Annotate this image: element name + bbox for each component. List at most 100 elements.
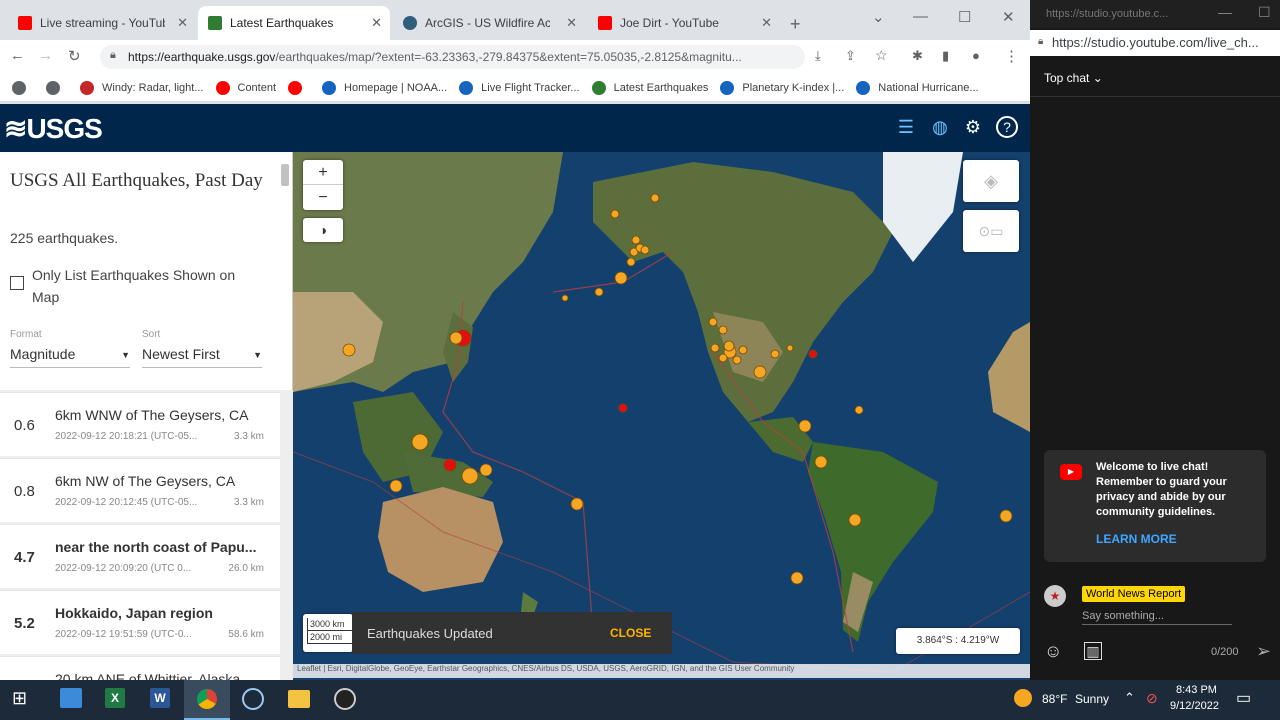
earthquake-marker[interactable] — [594, 287, 604, 297]
maximize-button[interactable]: ☐ — [958, 8, 971, 26]
bookmark-item[interactable]: Homepage | NOAA... — [322, 80, 447, 95]
bookmark-item[interactable]: Content — [215, 80, 276, 95]
help-icon[interactable]: ? — [996, 116, 1018, 138]
weather-desc[interactable]: Sunny — [1075, 692, 1109, 706]
earthquake-list-item[interactable]: 0.6 6km WNW of The Geysers, CA 2022-09-12 … — [0, 392, 280, 456]
network-icon[interactable]: ⊘ — [1146, 690, 1158, 707]
tab-search-chevron-icon[interactable]: ⌄ — [872, 8, 885, 26]
bookmark-item[interactable] — [46, 80, 68, 95]
excel-icon[interactable]: X — [105, 688, 125, 708]
back-icon[interactable]: ← — [10, 47, 25, 64]
earthquake-marker[interactable] — [808, 349, 818, 359]
notification-icon[interactable]: ▭ — [1236, 688, 1251, 708]
close-window-button[interactable]: ✕ — [1002, 8, 1015, 26]
earthquake-list-item[interactable]: 4.7 near the north coast of Papu... 2022-0… — [0, 524, 280, 588]
mail-icon[interactable] — [60, 688, 82, 708]
earthquake-list-item[interactable]: 0.8 6km NW of The Geysers, CA 2022-09-12 2… — [0, 458, 280, 522]
tab-live-streaming[interactable]: Live streaming - YouTube S ✕ — [8, 6, 196, 40]
bookmark-item[interactable]: Planetary K-index |... — [720, 80, 844, 95]
earthquake-marker[interactable] — [790, 571, 804, 585]
world-view-icon[interactable]: ◑ — [303, 218, 343, 242]
tray-chevron-icon[interactable]: ⌃ — [1124, 690, 1135, 706]
share-icon[interactable]: ⇪ — [845, 48, 856, 64]
gear-icon[interactable]: ⚙ — [962, 116, 984, 138]
learn-more-link[interactable]: LEARN MORE — [1096, 532, 1177, 546]
zoom-out-button[interactable]: − — [303, 185, 343, 210]
earthquake-marker[interactable] — [753, 365, 767, 379]
earthquake-marker[interactable] — [710, 343, 720, 353]
earthquake-marker[interactable] — [999, 509, 1013, 523]
earthquake-marker[interactable] — [738, 345, 748, 355]
send-icon[interactable]: ➢ — [1256, 641, 1271, 662]
windows-start-icon[interactable]: ⊞ — [12, 688, 27, 709]
emoji-icon[interactable]: ☺ — [1044, 641, 1062, 662]
file-explorer-icon[interactable] — [288, 690, 310, 708]
close-tab-icon[interactable]: ✕ — [761, 15, 772, 31]
reload-icon[interactable]: ↻ — [68, 47, 81, 65]
minimize-button[interactable]: — — [913, 8, 928, 25]
list-icon[interactable]: ☰ — [895, 116, 917, 138]
earthquake-marker[interactable] — [770, 349, 780, 359]
scrollbar-thumb[interactable] — [281, 164, 289, 186]
obs-icon[interactable] — [334, 688, 356, 710]
earthquake-marker[interactable] — [561, 294, 569, 302]
earthquake-marker[interactable] — [732, 355, 742, 365]
top-chat-dropdown[interactable]: Top chat ⌄ — [1044, 71, 1103, 85]
earthquake-marker[interactable] — [389, 479, 403, 493]
chat-address-bar[interactable]: https://studio.youtube.com/live_ch... — [1052, 35, 1259, 50]
address-bar[interactable]: 🔒︎ https://earthquake.usgs.gov/earthquak… — [100, 45, 805, 69]
zoom-in-button[interactable]: + — [303, 160, 343, 185]
toggle-icon[interactable]: ⊙▭ — [963, 210, 1019, 252]
only-list-checkbox[interactable]: Only List Earthquakes Shown on Map — [10, 264, 260, 308]
earthquake-list-item[interactable]: 20 km ANE of Whittier, Alaska — [0, 656, 280, 680]
earthquake-marker[interactable] — [619, 404, 627, 412]
usgs-logo[interactable]: ≋USGS — [4, 112, 103, 145]
bookmark-item[interactable] — [12, 80, 34, 95]
layers-icon[interactable]: ◈ — [963, 160, 1019, 202]
tab-joe-dirt[interactable]: Joe Dirt - YouTube ✕ — [588, 6, 780, 40]
earthquake-marker[interactable] — [461, 467, 479, 485]
earthquake-marker[interactable] — [631, 235, 641, 245]
bookmark-item[interactable]: National Hurricane... — [856, 80, 979, 95]
close-tab-icon[interactable]: ✕ — [566, 15, 577, 31]
earthquake-marker[interactable] — [626, 257, 636, 267]
weather-temp[interactable]: 88°F — [1042, 692, 1067, 706]
earthquake-marker[interactable] — [848, 513, 862, 527]
earthquake-marker[interactable] — [650, 193, 660, 203]
earthquake-marker[interactable] — [479, 463, 493, 477]
tab-latest-earthquakes[interactable]: Latest Earthquakes ✕ — [198, 6, 390, 40]
toast-close-button[interactable]: CLOSE — [610, 626, 651, 640]
minimize-button[interactable]: — — [1218, 4, 1232, 20]
earthquake-marker[interactable] — [570, 497, 584, 511]
install-icon[interactable]: ⤓ — [815, 48, 821, 64]
chrome-taskbar-button[interactable] — [184, 680, 230, 720]
maximize-button[interactable]: ☐ — [1258, 4, 1271, 21]
earthquake-marker[interactable] — [718, 325, 728, 335]
globe-icon[interactable]: ◍ — [929, 116, 951, 138]
earthquake-marker[interactable] — [443, 458, 457, 472]
earthquake-marker[interactable] — [411, 433, 429, 451]
earthquake-marker[interactable] — [708, 317, 718, 327]
close-tab-icon[interactable]: ✕ — [177, 15, 188, 31]
new-tab-button[interactable]: + — [790, 14, 801, 35]
checkbox-icon[interactable] — [10, 276, 24, 290]
bookmark-item[interactable]: Windy: Radar, light... — [80, 80, 204, 95]
earthquake-map[interactable]: + − ◑ ◈ ⊙▭ 3000 km 2000 mi 3.864°S : 4.2… — [293, 152, 1030, 680]
chat-input[interactable]: Say something... — [1082, 610, 1232, 625]
earthquake-marker[interactable] — [640, 245, 650, 255]
extensions-icon[interactable]: ✱ — [912, 48, 923, 64]
side-panel-icon[interactable]: ▮ — [942, 48, 949, 64]
earthquake-marker[interactable] — [449, 331, 463, 345]
bookmark-item[interactable] — [288, 80, 310, 95]
earthquake-marker[interactable] — [614, 271, 628, 285]
format-select[interactable]: Format Magnitude ▼ — [10, 329, 130, 368]
earthquake-marker[interactable] — [718, 353, 728, 363]
profile-icon[interactable]: ● — [972, 48, 980, 63]
earthquake-marker[interactable] — [814, 455, 828, 469]
earthquake-marker[interactable] — [723, 340, 735, 352]
sort-select[interactable]: Sort Newest First ▼ — [142, 329, 262, 368]
clock-date[interactable]: 9/12/2022 — [1170, 700, 1219, 712]
earthquake-marker[interactable] — [786, 344, 794, 352]
app-circle-icon[interactable] — [242, 688, 264, 710]
forward-icon[interactable]: → — [38, 47, 53, 64]
